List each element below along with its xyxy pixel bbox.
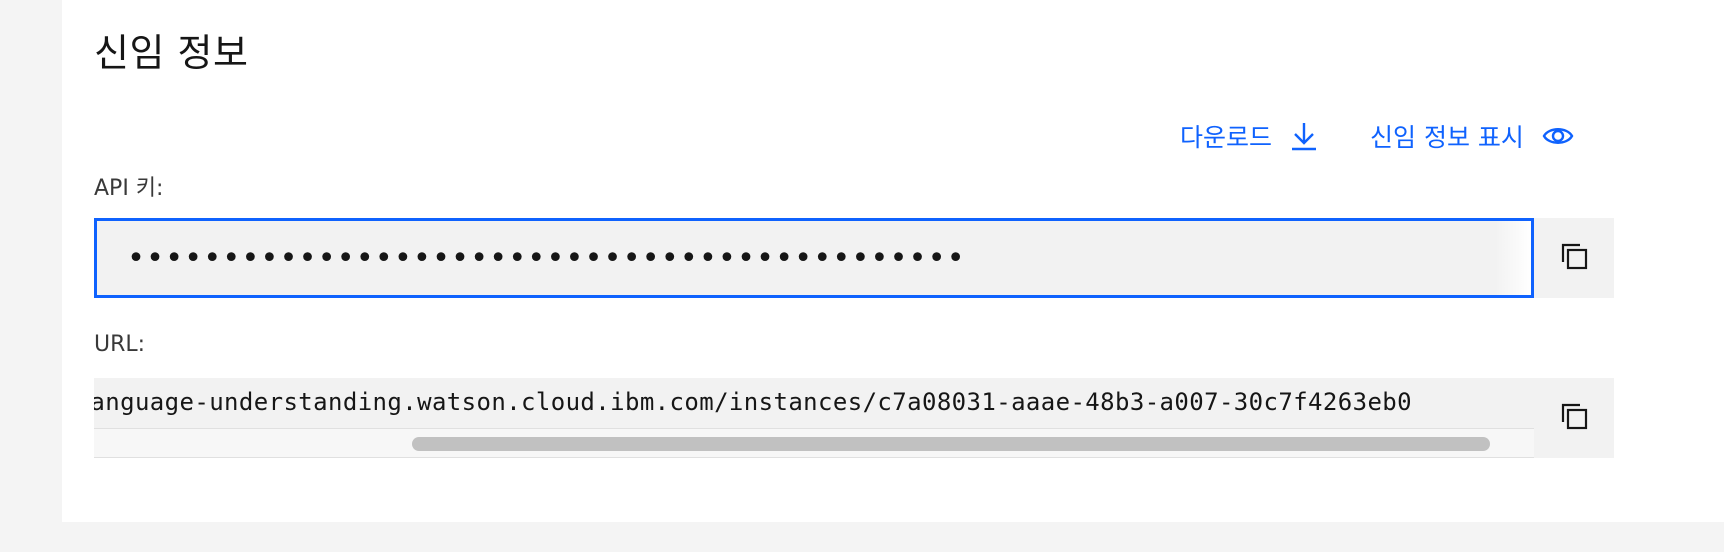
credential-actions: 다운로드 신임 정보 표시 [1180, 118, 1574, 154]
download-label: 다운로드 [1180, 123, 1273, 152]
copy-api-key-button[interactable] [1534, 218, 1614, 298]
show-credentials-label: 신임 정보 표시 [1370, 123, 1524, 152]
api-key-value: ••••••••••••••••••••••••••••••••••••••••… [127, 240, 966, 276]
copy-icon [1559, 401, 1589, 435]
copy-url-button[interactable] [1534, 378, 1614, 458]
scrollbar-thumb[interactable] [412, 437, 1490, 451]
api-key-field[interactable]: ••••••••••••••••••••••••••••••••••••••••… [94, 218, 1534, 298]
url-value: al-language-understanding.watson.cloud.i… [94, 388, 1412, 416]
api-key-label: API 키: [94, 176, 164, 201]
url-viewport: al-language-understanding.watson.cloud.i… [94, 378, 1494, 428]
url-label: URL: [94, 332, 146, 357]
horizontal-scrollbar[interactable] [94, 428, 1534, 458]
download-icon [1290, 121, 1318, 151]
field-fade [1495, 221, 1531, 295]
copy-icon [1559, 241, 1589, 275]
api-key-row: ••••••••••••••••••••••••••••••••••••••••… [94, 218, 1614, 298]
eye-icon [1542, 124, 1574, 148]
url-row: al-language-understanding.watson.cloud.i… [94, 378, 1614, 458]
section-title: 신임 정보 [94, 31, 249, 75]
download-button[interactable]: 다운로드 [1180, 118, 1318, 154]
url-field[interactable]: al-language-understanding.watson.cloud.i… [94, 378, 1534, 458]
credentials-panel: 신임 정보 다운로드 신임 정보 표시 API 키: •••••••••••••… [62, 0, 1724, 522]
show-credentials-button[interactable]: 신임 정보 표시 [1370, 118, 1574, 154]
